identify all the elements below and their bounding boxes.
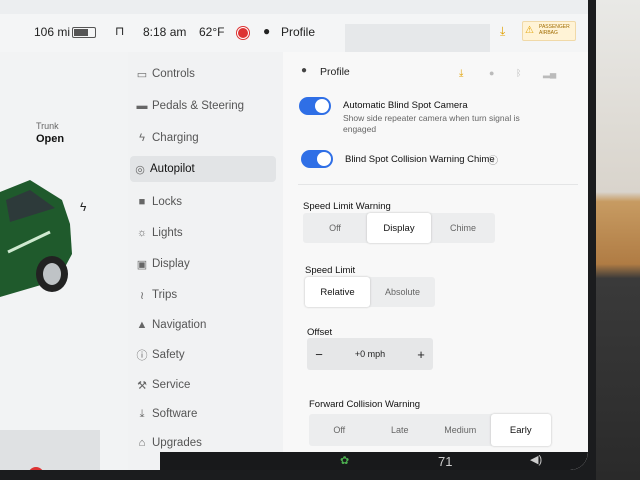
profile-download-icon: ⤓ xyxy=(459,68,464,79)
offset-minus-button[interactable]: − xyxy=(307,338,331,370)
forward-collision-warning-title: Forward Collision Warning xyxy=(309,399,421,410)
blind-spot-camera-title: Automatic Blind Spot Camera xyxy=(343,100,468,111)
blind-spot-camera-description: Show side repeater camera when turn sign… xyxy=(343,113,520,134)
menu-item-autopilot[interactable]: ◎ Autopilot xyxy=(130,156,276,182)
bottom-dock: ✿ 71 ◀) xyxy=(160,452,588,470)
settings-menu: ▭ Controls ▬ Pedals & Steering ϟ Charging ◎… xyxy=(128,52,283,470)
charge-port-bolt-icon[interactable]: ϟ xyxy=(80,200,86,214)
trunk-label: Trunk xyxy=(36,121,59,131)
menu-item-safety[interactable]: ⓘ Safety xyxy=(132,342,280,368)
speed-warning-off[interactable]: Off xyxy=(303,213,367,243)
record-icon[interactable] xyxy=(237,27,249,39)
battery-icon xyxy=(72,27,96,38)
person-icon: ● xyxy=(263,24,271,38)
profile-person-icon: ● xyxy=(301,65,308,76)
bag-icon: ⌂ xyxy=(138,437,146,449)
blind-spot-chime-title: Blind Spot Collision Warning Chime xyxy=(345,154,495,165)
steering-wheel-icon: ◎ xyxy=(135,163,145,176)
trunk-status[interactable]: Open xyxy=(36,133,64,145)
profile-signal-icon: ▂▄ xyxy=(543,68,557,78)
divider xyxy=(298,184,578,185)
airbag-icon: ⚠ xyxy=(525,25,534,36)
trips-icon: ≀ xyxy=(139,289,145,302)
speed-limit-warning-title: Speed Limit Warning xyxy=(303,201,391,212)
touchscreen: 106 mi ⊓ 8:18 am 62°F ● Profile ⤓ ⚠ PASS… xyxy=(0,0,588,470)
toggle-icon: ▭ xyxy=(136,68,148,81)
menu-item-software[interactable]: ⤓ Software xyxy=(132,401,280,427)
apps-icon[interactable]: ✿ xyxy=(340,454,349,467)
menu-item-trips[interactable]: ≀ Trips xyxy=(132,282,280,308)
offset-stepper: − +0 mph + xyxy=(307,338,433,370)
profile-bluetooth-icon: ᛒ xyxy=(516,68,522,78)
menu-item-pedals-steering[interactable]: ▬ Pedals & Steering xyxy=(132,93,280,119)
speed-warning-display[interactable]: Display xyxy=(367,213,431,243)
wrench-icon: ⚒ xyxy=(137,379,147,392)
blind-spot-chime-toggle[interactable] xyxy=(301,150,333,168)
cabin-temperature[interactable]: 71 xyxy=(438,454,452,469)
offset-title: Offset xyxy=(307,327,333,338)
clock: 8:18 am xyxy=(143,25,187,39)
trunk-open-icon[interactable]: ⊓ xyxy=(115,24,124,38)
sun-icon: ☼ xyxy=(136,227,148,239)
forward-collision-selector: Off Late Medium Early xyxy=(309,414,551,446)
offset-value: +0 mph xyxy=(354,349,386,359)
blind-spot-camera-toggle[interactable] xyxy=(299,97,331,115)
autopilot-settings-panel: ● Profile ⤓ ● ᛒ ▂▄ Automatic Blind Spot … xyxy=(283,52,588,470)
speed-limit-warning-selector: Off Display Chime xyxy=(303,213,495,243)
car-visualization-panel: Trunk Open ϟ xyxy=(0,52,128,470)
download-status-icon: ⤓ xyxy=(500,24,506,38)
car-icon: ▬ xyxy=(136,100,148,112)
safety-icon: ⓘ xyxy=(136,350,148,362)
fcw-early[interactable]: Early xyxy=(490,414,551,446)
info-icon[interactable]: ⓘ xyxy=(488,152,498,167)
speed-limit-absolute[interactable]: Absolute xyxy=(370,277,435,307)
menu-item-charging[interactable]: ϟ Charging xyxy=(132,125,280,151)
menu-item-service[interactable]: ⚒ Service xyxy=(132,372,280,398)
download-icon: ⤓ xyxy=(139,407,145,420)
menu-item-locks[interactable]: ■ Locks xyxy=(132,189,280,215)
navigation-icon: ▲ xyxy=(136,319,148,331)
car-image xyxy=(0,180,72,297)
speed-limit-selector: Relative Absolute xyxy=(305,277,435,307)
menu-item-navigation[interactable]: ▲ Navigation xyxy=(132,312,280,338)
airbag-text: PASSENGER AIRBAG xyxy=(539,24,570,36)
outside-temperature: 62°F xyxy=(199,25,225,39)
fcw-off[interactable]: Off xyxy=(309,414,370,446)
car-interior-background xyxy=(596,0,640,480)
range-text: 106 mi xyxy=(34,25,71,39)
speed-warning-chime[interactable]: Chime xyxy=(431,213,495,243)
lock-icon: ■ xyxy=(138,196,146,208)
status-bar: 106 mi ⊓ 8:18 am 62°F ● Profile ⤓ ⚠ PASS… xyxy=(0,14,588,52)
profile-button[interactable]: Profile xyxy=(281,25,315,39)
offset-plus-button[interactable]: + xyxy=(409,338,433,370)
speed-limit-title: Speed Limit xyxy=(305,265,356,276)
bolt-icon: ϟ xyxy=(139,132,145,144)
volume-icon[interactable]: ◀) xyxy=(530,453,542,466)
profile-notification-icon: ● xyxy=(489,68,495,78)
fcw-medium[interactable]: Medium xyxy=(430,414,491,446)
speed-limit-relative[interactable]: Relative xyxy=(305,277,370,307)
menu-item-lights[interactable]: ☼ Lights xyxy=(132,220,280,246)
fcw-late[interactable]: Late xyxy=(370,414,431,446)
display-icon: ▣ xyxy=(136,258,148,271)
menu-item-display[interactable]: ▣ Display xyxy=(132,251,280,277)
menu-item-controls[interactable]: ▭ Controls xyxy=(132,61,280,87)
map-strip xyxy=(345,24,490,52)
mini-car-thumbnail xyxy=(0,430,100,470)
profile-header[interactable]: Profile xyxy=(320,66,350,78)
passenger-airbag-indicator: ⚠ PASSENGER AIRBAG xyxy=(522,21,576,41)
